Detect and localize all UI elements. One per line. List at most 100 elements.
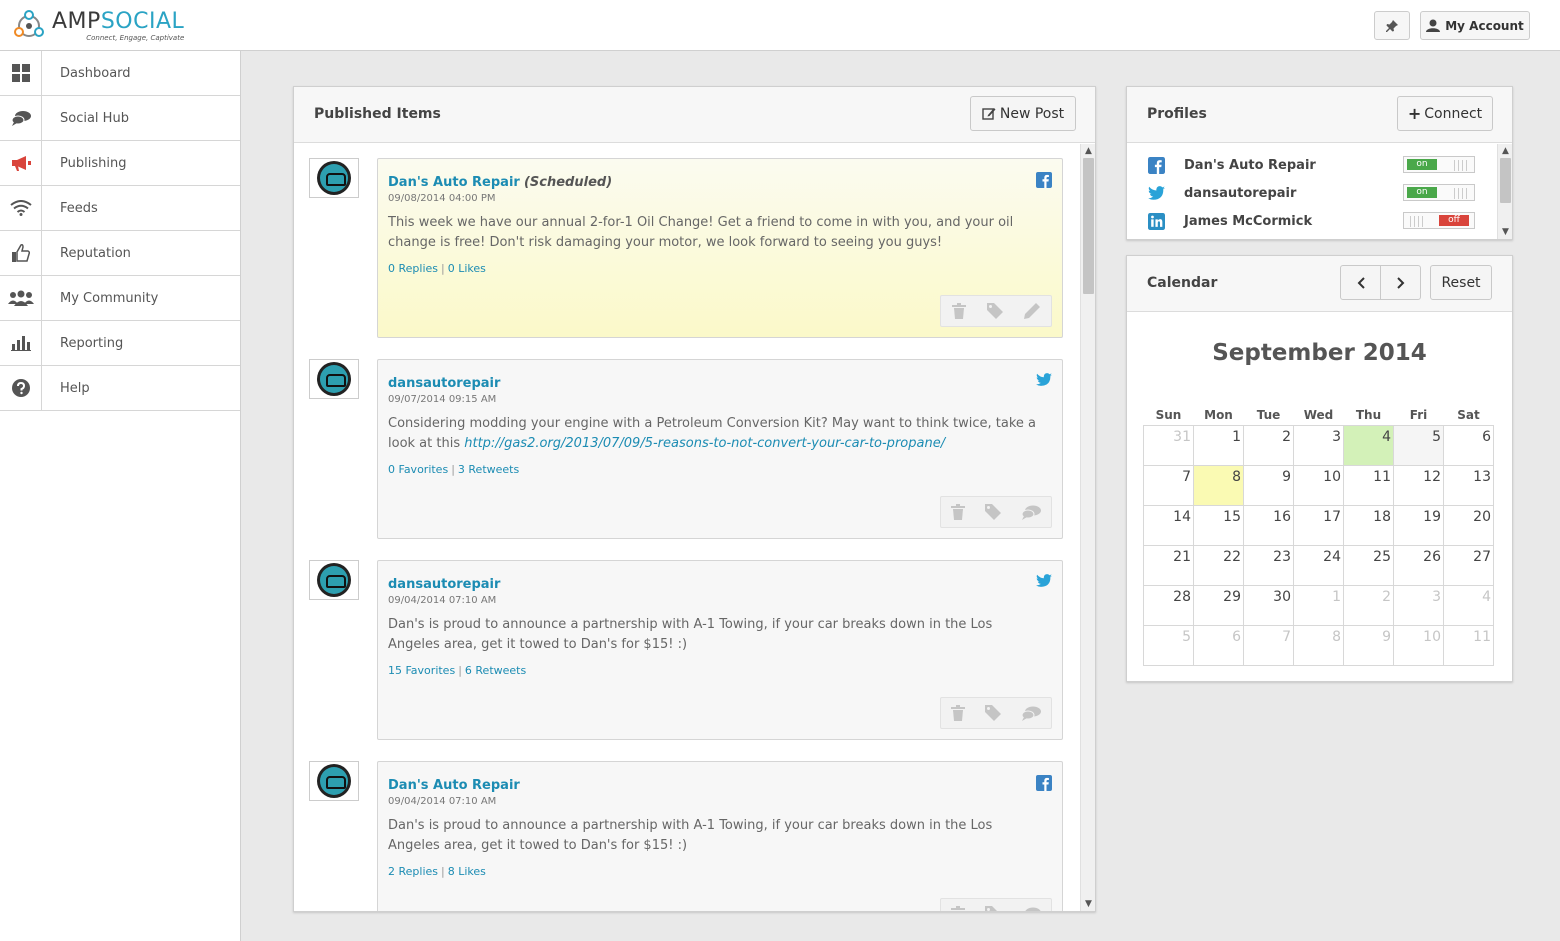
calendar-day[interactable]: 2 bbox=[1343, 584, 1394, 626]
post-author[interactable]: Dan's Auto Repair bbox=[388, 778, 520, 793]
calendar-day[interactable]: 3 bbox=[1293, 424, 1344, 466]
scroll-down-icon[interactable]: ▼ bbox=[1081, 897, 1096, 911]
calendar-day[interactable]: 23 bbox=[1243, 544, 1294, 586]
tag-icon[interactable] bbox=[985, 906, 1001, 911]
pencil-icon[interactable] bbox=[1024, 303, 1041, 319]
calendar-day[interactable]: 5 bbox=[1393, 424, 1444, 466]
sidebar-item-feeds[interactable]: Feeds bbox=[0, 186, 240, 231]
calendar-day[interactable]: 29 bbox=[1193, 584, 1244, 626]
new-post-button[interactable]: New Post bbox=[970, 96, 1076, 131]
calendar-day[interactable]: 27 bbox=[1443, 544, 1494, 586]
sidebar-item-my-community[interactable]: My Community bbox=[0, 276, 240, 321]
avatar[interactable] bbox=[309, 761, 359, 801]
post-likes-link[interactable]: 8 Likes bbox=[448, 865, 486, 878]
sidebar-item-publishing[interactable]: Publishing bbox=[0, 141, 240, 186]
comments-icon[interactable] bbox=[1021, 907, 1041, 911]
calendar-day[interactable]: 19 bbox=[1393, 504, 1444, 546]
delete-icon[interactable] bbox=[951, 906, 965, 911]
post-author[interactable]: Dan's Auto Repair bbox=[388, 175, 520, 190]
profiles-scrollbar[interactable]: ▲ ▼ bbox=[1497, 144, 1512, 239]
sidebar-item-reporting[interactable]: Reporting bbox=[0, 321, 240, 366]
calendar-day[interactable]: 21 bbox=[1143, 544, 1194, 586]
calendar-day[interactable]: 9 bbox=[1243, 464, 1294, 506]
scrollbar-thumb[interactable] bbox=[1500, 158, 1511, 203]
pin-button[interactable] bbox=[1374, 11, 1410, 40]
post-author[interactable]: dansautorepair bbox=[388, 577, 500, 592]
avatar[interactable] bbox=[309, 158, 359, 198]
calendar-day-selected[interactable]: 8 bbox=[1193, 464, 1244, 506]
calendar-day[interactable]: 5 bbox=[1143, 624, 1194, 666]
calendar-day[interactable]: 1 bbox=[1293, 584, 1344, 626]
prev-month-button[interactable] bbox=[1340, 265, 1381, 300]
calendar-day[interactable]: 2 bbox=[1243, 424, 1294, 466]
calendar-day[interactable]: 30 bbox=[1243, 584, 1294, 626]
calendar-day[interactable]: 13 bbox=[1443, 464, 1494, 506]
calendar-day[interactable]: 15 bbox=[1193, 504, 1244, 546]
app-logo[interactable]: AMPSOCIAL Connect, Engage, Captivate bbox=[12, 6, 184, 46]
avatar[interactable] bbox=[309, 359, 359, 399]
sidebar-item-help[interactable]: Help bbox=[0, 366, 240, 411]
calendar-day[interactable]: 7 bbox=[1243, 624, 1294, 666]
post-link[interactable]: http://gas2.org/2013/07/09/5-reasons-to-… bbox=[464, 436, 945, 451]
calendar-day[interactable]: 10 bbox=[1393, 624, 1444, 666]
post-likes-link[interactable]: 0 Likes bbox=[448, 262, 486, 275]
calendar-day[interactable]: 11 bbox=[1443, 624, 1494, 666]
tag-icon[interactable] bbox=[985, 504, 1001, 520]
calendar-day[interactable]: 14 bbox=[1143, 504, 1194, 546]
calendar-day[interactable]: 20 bbox=[1443, 504, 1494, 546]
delete-icon[interactable] bbox=[951, 504, 965, 520]
sidebar-item-reputation[interactable]: Reputation bbox=[0, 231, 240, 276]
comments-icon[interactable] bbox=[1021, 505, 1041, 520]
profile-toggle[interactable]: on bbox=[1403, 156, 1475, 173]
calendar-day[interactable]: 18 bbox=[1343, 504, 1394, 546]
post-replies-link[interactable]: 2 Replies bbox=[388, 865, 438, 878]
calendar-day[interactable]: 6 bbox=[1443, 424, 1494, 466]
calendar-day[interactable]: 6 bbox=[1193, 624, 1244, 666]
avatar[interactable] bbox=[309, 560, 359, 600]
profile-toggle[interactable]: on bbox=[1403, 184, 1475, 201]
next-month-button[interactable] bbox=[1380, 265, 1421, 300]
scroll-up-icon[interactable]: ▲ bbox=[1081, 144, 1096, 158]
calendar-day[interactable]: 4 bbox=[1443, 584, 1494, 626]
scroll-up-icon[interactable]: ▲ bbox=[1498, 144, 1513, 158]
calendar-day[interactable]: 8 bbox=[1293, 624, 1344, 666]
sidebar-item-social-hub[interactable]: Social Hub bbox=[0, 96, 240, 141]
calendar-day[interactable]: 25 bbox=[1343, 544, 1394, 586]
calendar-day[interactable]: 11 bbox=[1343, 464, 1394, 506]
connect-button[interactable]: + Connect bbox=[1397, 96, 1493, 131]
post-favorites-link[interactable]: 0 Favorites bbox=[388, 463, 448, 476]
calendar-day[interactable]: 1 bbox=[1193, 424, 1244, 466]
post-replies-link[interactable]: 0 Replies bbox=[388, 262, 438, 275]
post-author[interactable]: dansautorepair bbox=[388, 376, 500, 391]
tag-icon[interactable] bbox=[985, 705, 1001, 721]
calendar-day[interactable]: 24 bbox=[1293, 544, 1344, 586]
calendar-day[interactable]: 3 bbox=[1393, 584, 1444, 626]
calendar-day[interactable]: 22 bbox=[1193, 544, 1244, 586]
reset-button[interactable]: Reset bbox=[1430, 265, 1492, 300]
calendar-day[interactable]: 28 bbox=[1143, 584, 1194, 626]
chevron-left-icon bbox=[1357, 276, 1365, 289]
calendar-day[interactable]: 12 bbox=[1393, 464, 1444, 506]
calendar-day[interactable]: 9 bbox=[1343, 624, 1394, 666]
published-scrollbar[interactable]: ▲ ▼ bbox=[1080, 144, 1095, 911]
delete-icon[interactable] bbox=[951, 705, 965, 721]
calendar-day[interactable]: 31 bbox=[1143, 424, 1194, 466]
post-retweets-link[interactable]: 3 Retweets bbox=[458, 463, 519, 476]
comments-icon[interactable] bbox=[1021, 706, 1041, 721]
sidebar-item-dashboard[interactable]: Dashboard bbox=[0, 51, 240, 96]
scrollbar-thumb[interactable] bbox=[1083, 158, 1094, 294]
calendar-day[interactable]: 7 bbox=[1143, 464, 1194, 506]
scroll-down-icon[interactable]: ▼ bbox=[1498, 225, 1513, 239]
tag-icon[interactable] bbox=[986, 303, 1003, 319]
calendar-day[interactable]: 16 bbox=[1243, 504, 1294, 546]
calendar-day-today[interactable]: 4 bbox=[1343, 424, 1394, 466]
post-favorites-link[interactable]: 15 Favorites bbox=[388, 664, 455, 677]
calendar-day[interactable]: 10 bbox=[1293, 464, 1344, 506]
my-account-button[interactable]: My Account bbox=[1420, 11, 1530, 40]
published-items-list[interactable]: Dan's Auto Repair (Scheduled) 09/08/2014… bbox=[294, 144, 1080, 911]
calendar-day[interactable]: 17 bbox=[1293, 504, 1344, 546]
profile-toggle[interactable]: off bbox=[1403, 212, 1475, 229]
post-retweets-link[interactable]: 6 Retweets bbox=[465, 664, 526, 677]
delete-icon[interactable] bbox=[951, 303, 966, 319]
calendar-day[interactable]: 26 bbox=[1393, 544, 1444, 586]
